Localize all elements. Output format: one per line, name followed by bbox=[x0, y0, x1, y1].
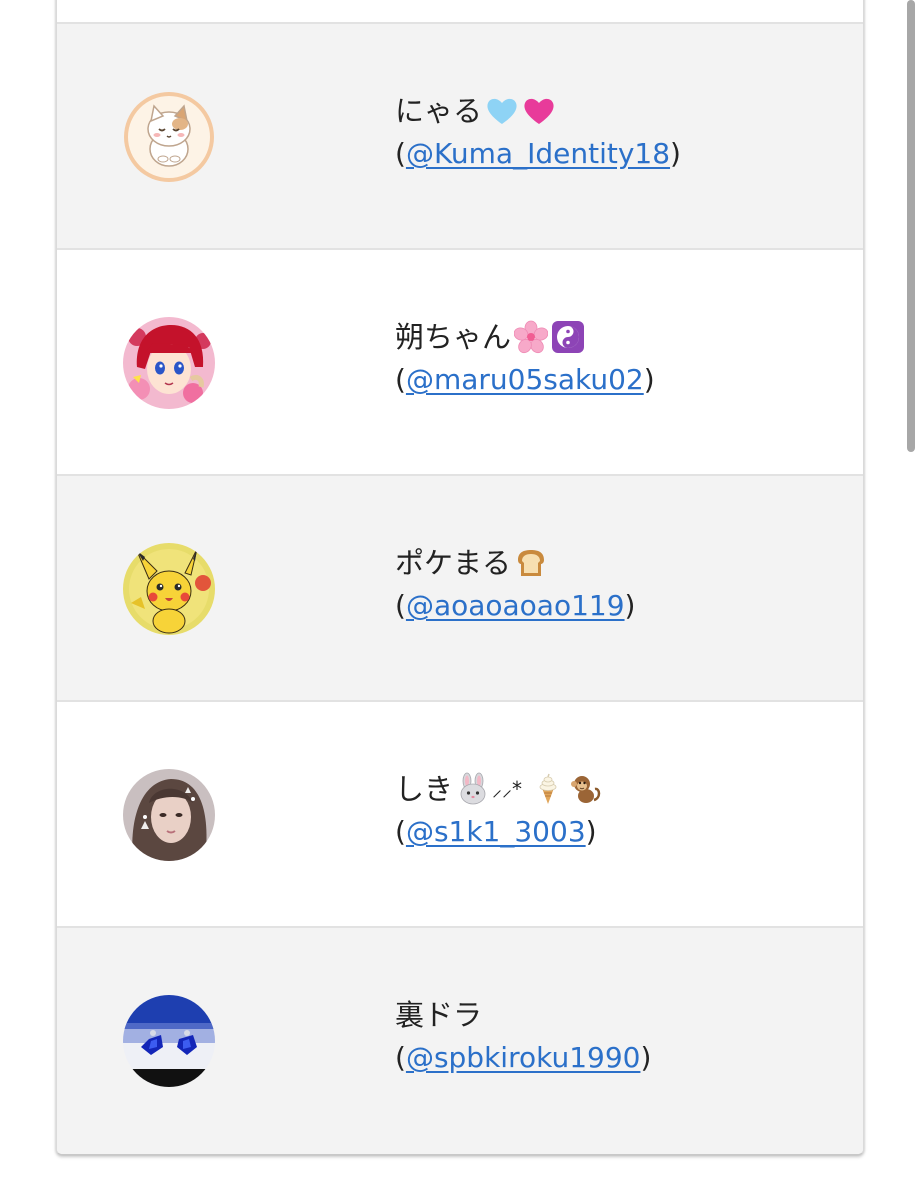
portrait-avatar-icon[interactable] bbox=[123, 769, 215, 861]
user-handle-link[interactable]: @maru05saku02 bbox=[406, 363, 644, 396]
list-item: にゃる (@Kuma_Identity18) bbox=[57, 24, 863, 250]
vertical-scrollbar[interactable] bbox=[907, 0, 915, 452]
list-item: しき ⸝⸝* (@s1k1_3003) bbox=[57, 702, 863, 928]
user-handle: (@s1k1_3003) bbox=[395, 815, 597, 848]
yin-yang-icon bbox=[551, 320, 585, 354]
user-handle-link[interactable]: @Kuma_Identity18 bbox=[406, 137, 670, 170]
user-handle-link[interactable]: @aoaoaoao119 bbox=[406, 589, 625, 622]
user-list-card: にゃる (@Kuma_Identity18) 朔ちゃん (@maru05saku… bbox=[56, 0, 864, 1155]
user-handle: (@maru05saku02) bbox=[395, 363, 655, 396]
list-item: 朔ちゃん (@maru05saku02) bbox=[57, 250, 863, 476]
soft-ice-cream-icon bbox=[531, 772, 565, 806]
user-handle: (@aoaoaoao119) bbox=[395, 589, 636, 622]
previous-row-edge bbox=[57, 0, 863, 24]
user-display-name: しき ⸝⸝* bbox=[395, 767, 602, 811]
user-info: しき ⸝⸝* (@s1k1_3003) bbox=[395, 767, 602, 853]
pink-heart-icon bbox=[522, 94, 556, 128]
user-info: にゃる (@Kuma_Identity18) bbox=[395, 89, 681, 175]
user-display-name: 朔ちゃん bbox=[395, 315, 655, 359]
user-info: 裏ドラ (@spbkiroku1990) bbox=[395, 993, 651, 1079]
light-blue-heart-icon bbox=[485, 94, 519, 128]
user-display-name: にゃる bbox=[395, 89, 681, 133]
user-handle: (@spbkiroku1990) bbox=[395, 1041, 652, 1074]
user-info: ポケまる (@aoaoaoao119) bbox=[395, 541, 635, 627]
user-display-name: 裏ドラ bbox=[395, 998, 483, 1032]
list-item: 裏ドラ (@spbkiroku1990) bbox=[57, 928, 863, 1154]
anime-girl-avatar-icon[interactable] bbox=[123, 317, 215, 409]
blue-gem-earrings-avatar-icon[interactable] bbox=[123, 995, 215, 1087]
user-handle-link[interactable]: @s1k1_3003 bbox=[406, 815, 586, 848]
pikachu-avatar-icon[interactable] bbox=[123, 543, 215, 635]
user-handle: (@Kuma_Identity18) bbox=[395, 137, 681, 170]
list-item: ポケまる (@aoaoaoao119) bbox=[57, 476, 863, 702]
monkey-icon bbox=[568, 772, 602, 806]
rabbit-face-icon bbox=[456, 772, 490, 806]
user-info: 朔ちゃん (@maru05saku02) bbox=[395, 315, 655, 401]
cat-avatar-icon[interactable] bbox=[123, 91, 215, 183]
bread-icon bbox=[514, 546, 548, 580]
user-handle-link[interactable]: @spbkiroku1990 bbox=[406, 1041, 641, 1074]
cherry-blossom-icon bbox=[514, 320, 549, 354]
user-display-name: ポケまる bbox=[395, 541, 635, 585]
